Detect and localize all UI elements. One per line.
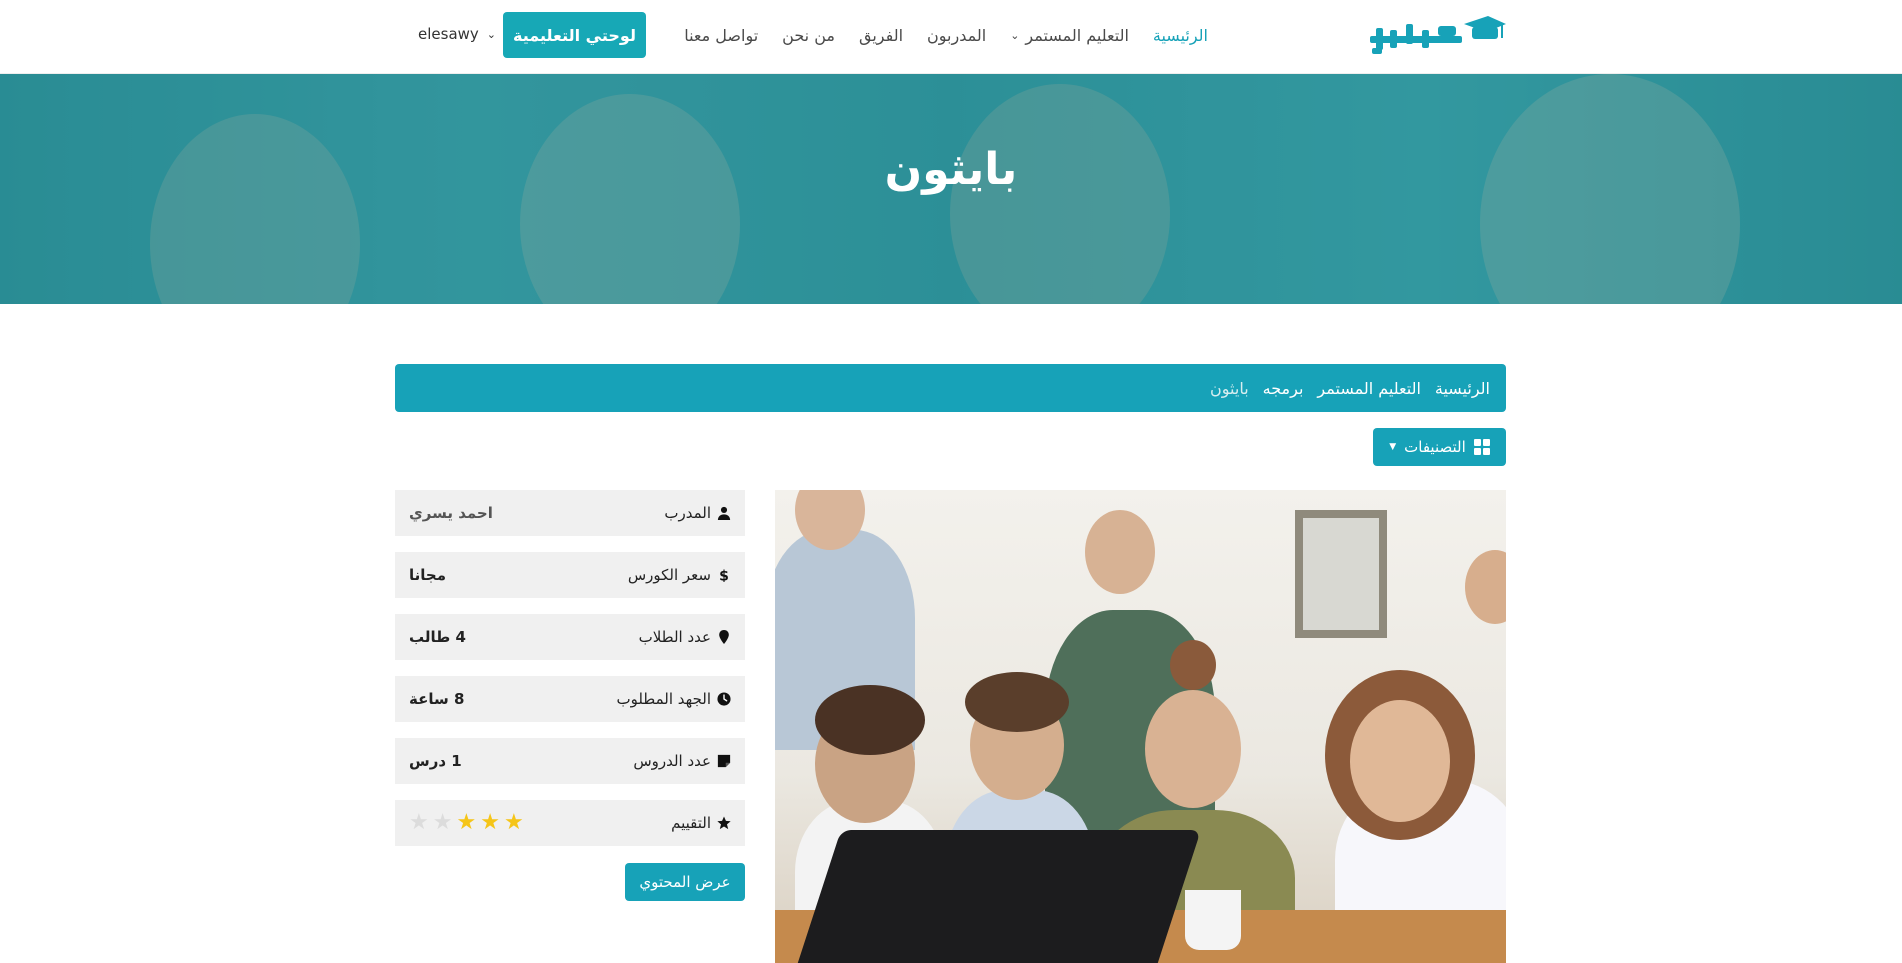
nav-item-contact[interactable]: تواصل معنا [672, 26, 770, 45]
students-value: 4 طالب [409, 628, 466, 646]
hero-banner: بايثون [0, 74, 1902, 304]
info-row-effort: الجهد المطلوب 8 ساعة [395, 676, 745, 722]
effort-value: 8 ساعة [409, 690, 465, 708]
star-filled-icon: ★ [480, 810, 500, 835]
lessons-label: عدد الدروس [633, 752, 711, 770]
effort-label: الجهد المطلوب [616, 690, 711, 708]
nav-item-about[interactable]: من نحن [770, 26, 847, 45]
price-label: سعر الكورس [627, 566, 711, 584]
rating-stars: ★ ★ ★ ★ ★ [409, 812, 524, 834]
breadcrumb-current: بايثون [1210, 378, 1249, 398]
user-menu[interactable]: elesawy ⌄ [418, 22, 496, 46]
lessons-value: 1 درس [409, 752, 462, 770]
nav-item-home[interactable]: الرئيسية [1141, 26, 1220, 45]
sticky-note-icon [717, 754, 731, 768]
instructor-name-link[interactable]: احمد يسري [409, 504, 493, 522]
chevron-down-icon: ⌄ [1010, 28, 1020, 42]
categories-dropdown-button[interactable]: التصنيفات ▼ [1373, 428, 1506, 466]
info-row-lessons: عدد الدروس 1 درس [395, 738, 745, 784]
breadcrumb-home[interactable]: الرئيسية [1435, 379, 1490, 398]
laptop [789, 830, 1201, 963]
price-value: مجانا [409, 566, 446, 584]
star-filled-icon: ★ [503, 810, 524, 835]
chevron-down-icon: ⌄ [486, 27, 496, 41]
students-label: عدد الطلاب [638, 628, 711, 646]
caret-down-icon: ▼ [1389, 442, 1397, 452]
star-empty-icon: ★ [432, 810, 453, 835]
dashboard-button[interactable]: لوحتي التعليمية [503, 12, 646, 58]
dollar-icon: $ [719, 568, 729, 582]
main-nav: الرئيسية التعليم المستمر ⌄ المدربون الفر… [672, 0, 1220, 70]
star-empty-icon: ★ [409, 810, 429, 835]
categories-label: التصنيفات [1404, 438, 1466, 456]
svg-text:$: $ [719, 568, 729, 582]
info-row-students: عدد الطلاب 4 طالب [395, 614, 745, 660]
info-row-instructor: المدرب احمد يسري [395, 490, 745, 536]
info-row-rating: التقييم ★ ★ ★ ★ ★ [395, 800, 745, 846]
nav-item-trainers[interactable]: المدربون [915, 26, 998, 45]
rating-label: التقييم [671, 814, 711, 832]
nav-item-label: التعليم المستمر [1025, 25, 1129, 45]
instructor-label: المدرب [664, 504, 711, 522]
grid-icon [1473, 439, 1490, 455]
map-marker-icon [719, 630, 729, 644]
breadcrumb-programming[interactable]: برمجه [1263, 379, 1304, 398]
nav-item-continuing-education[interactable]: التعليم المستمر ⌄ [998, 26, 1141, 45]
navbar: الرئيسية التعليم المستمر ⌄ المدربون الفر… [0, 0, 1902, 74]
user-icon [717, 506, 731, 520]
coffee-cup [1185, 890, 1241, 950]
brand-logo[interactable] [1368, 14, 1506, 58]
star-icon [717, 816, 731, 830]
clock-icon [717, 692, 731, 706]
breadcrumb: الرئيسية التعليم المستمر برمجه بايثون [395, 364, 1506, 412]
nav-item-team[interactable]: الفريق [847, 26, 915, 45]
breadcrumb-continuing-education[interactable]: التعليم المستمر [1317, 379, 1420, 398]
course-image [775, 490, 1506, 963]
graduation-cap-icon [1370, 16, 1506, 54]
view-content-button[interactable]: عرض المحتوي [625, 863, 745, 901]
star-filled-icon: ★ [456, 810, 477, 835]
user-name: elesawy [418, 25, 479, 43]
page-title: بايثون [884, 144, 1018, 195]
info-row-price: $ سعر الكورس مجانا [395, 552, 745, 598]
picture-frame [1295, 510, 1387, 638]
